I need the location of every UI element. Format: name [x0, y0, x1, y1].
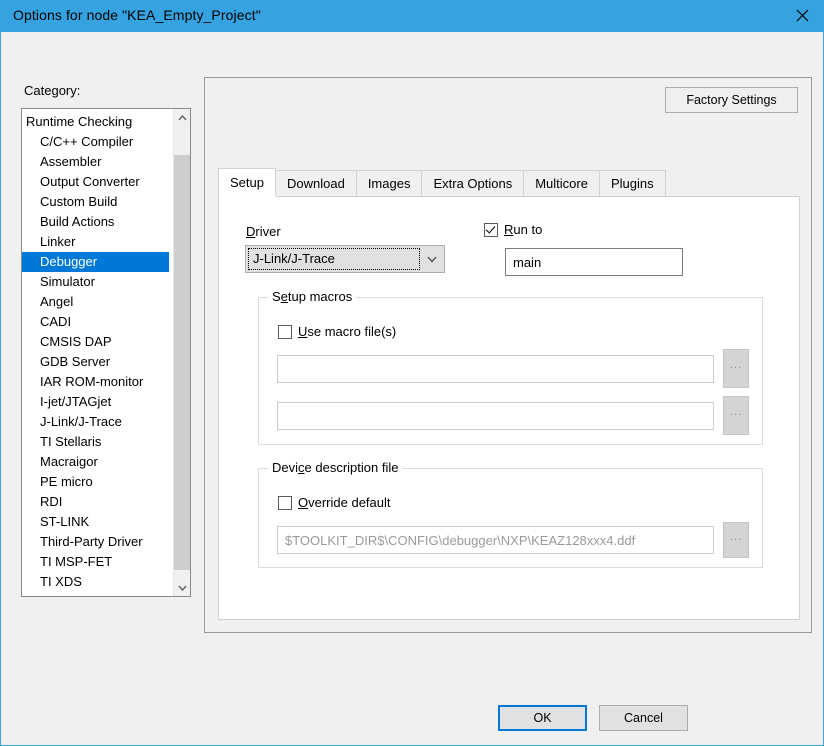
override-default-row[interactable]: Override default [278, 495, 391, 510]
use-macro-files-checkbox[interactable] [278, 324, 292, 339]
options-panel: Factory Settings Setup Download Images Extr… [204, 77, 812, 633]
category-label: Category: [24, 83, 81, 98]
category-item-gdb-server[interactable]: GDB Server [22, 352, 169, 372]
chevron-up-icon [178, 114, 186, 120]
scroll-up-button[interactable] [174, 109, 190, 126]
cancel-button[interactable]: Cancel [599, 705, 688, 731]
macro-file-2-input[interactable] [277, 402, 714, 430]
tab-multicore[interactable]: Multicore [523, 170, 600, 197]
run-to-checkbox[interactable] [484, 222, 498, 237]
ellipsis-icon: ... [729, 406, 743, 418]
run-to-label: Run to [504, 222, 543, 237]
tab-extra-options[interactable]: Extra Options [421, 170, 525, 197]
setup-tab-page: Driver J-Link/J-Trace Run to Setup macro… [218, 196, 800, 620]
driver-combobox[interactable]: J-Link/J-Trace [245, 245, 445, 273]
device-description-browse-button[interactable]: ... [723, 522, 749, 558]
category-item-output-converter[interactable]: Output Converter [22, 172, 169, 192]
tab-strip: Setup Download Images Extra Options Multicor… [218, 168, 666, 197]
category-item-i-jet-jtagjet[interactable]: I-jet/JTAGjet [22, 392, 169, 412]
tab-download[interactable]: Download [274, 170, 357, 197]
driver-label-rest: river [255, 224, 281, 239]
close-button[interactable] [779, 0, 824, 31]
category-item-st-link[interactable]: ST-LINK [22, 512, 169, 532]
close-icon [796, 9, 808, 22]
category-item-simulator[interactable]: Simulator [22, 272, 169, 292]
category-item-c-c-compiler[interactable]: C/C++ Compiler [22, 132, 169, 152]
window-title: Options for node "KEA_Empty_Project" [13, 7, 261, 23]
category-item-cadi[interactable]: CADI [22, 312, 169, 332]
use-macro-files-row[interactable]: Use macro file(s) [278, 324, 396, 339]
driver-label: Driver [246, 224, 281, 239]
options-dialog-window: Options for node "KEA_Empty_Project" Cat… [0, 0, 824, 746]
category-item-debugger[interactable]: Debugger [22, 252, 169, 272]
device-description-file-group: Device description file Override default… [258, 460, 763, 568]
use-macro-files-label: Use macro file(s) [298, 324, 397, 339]
macro-file-1-input[interactable] [277, 355, 714, 383]
category-item-assembler[interactable]: Assembler [22, 152, 169, 172]
scroll-down-button[interactable] [174, 579, 190, 596]
category-item-third-party-driver[interactable]: Third-Party Driver [22, 532, 169, 552]
driver-combobox-value: J-Link/J-Trace [253, 251, 335, 266]
category-item-ti-msp-fet[interactable]: TI MSP-FET [22, 552, 169, 572]
category-scrollbar[interactable] [173, 109, 190, 596]
tab-plugins[interactable]: Plugins [598, 170, 666, 197]
category-item-build-actions[interactable]: Build Actions [22, 212, 169, 232]
ellipsis-icon: ... [729, 530, 743, 543]
category-item-custom-build[interactable]: Custom Build [22, 192, 169, 212]
category-item-list: Runtime Checking C/C++ Compiler Assembler O… [22, 112, 169, 592]
category-item-angel[interactable]: Angel [22, 292, 169, 312]
device-description-path-input [277, 526, 714, 554]
tab-images[interactable]: Images [355, 170, 423, 197]
setup-macros-title: Setup macros [268, 289, 357, 304]
driver-dropdown-arrow[interactable] [420, 246, 444, 272]
title-bar: Options for node "KEA_Empty_Project" [1, 0, 824, 32]
device-description-title: Device description file [268, 460, 403, 475]
setup-macros-group: Setup macros Use macro file(s) ... ... [258, 289, 763, 445]
category-item-j-link-j-trace[interactable]: J-Link/J-Trace [22, 412, 169, 432]
override-default-checkbox[interactable] [278, 495, 292, 510]
category-listbox[interactable]: Runtime Checking C/C++ Compiler Assembler O… [21, 108, 191, 597]
category-item-macraigor[interactable]: Macraigor [22, 452, 169, 472]
macro-file-2-browse-button[interactable]: ... [723, 396, 749, 435]
category-item-rdi[interactable]: RDI [22, 492, 169, 512]
category-item-iar-rom-monitor[interactable]: IAR ROM-monitor [22, 372, 169, 392]
scrollbar-thumb[interactable] [174, 155, 190, 570]
category-item-ti-xds[interactable]: TI XDS [22, 572, 169, 592]
category-item-cmsis-dap[interactable]: CMSIS DAP [22, 332, 169, 352]
run-to-checkbox-row[interactable]: Run to [484, 222, 542, 237]
category-item-ti-stellaris[interactable]: TI Stellaris [22, 432, 169, 452]
ok-button[interactable]: OK [498, 705, 587, 731]
run-to-input[interactable] [505, 248, 683, 276]
category-item-linker[interactable]: Linker [22, 232, 169, 252]
category-item-pe-micro[interactable]: PE micro [22, 472, 169, 492]
chevron-down-icon [427, 256, 437, 262]
category-item-runtime-checking[interactable]: Runtime Checking [22, 112, 169, 132]
ellipsis-icon: ... [729, 359, 743, 371]
tab-setup[interactable]: Setup [218, 168, 276, 197]
macro-file-1-browse-button[interactable]: ... [723, 349, 749, 388]
chevron-down-icon [178, 585, 186, 591]
factory-settings-button[interactable]: Factory Settings [665, 87, 798, 113]
override-default-label: Override default [298, 495, 391, 510]
